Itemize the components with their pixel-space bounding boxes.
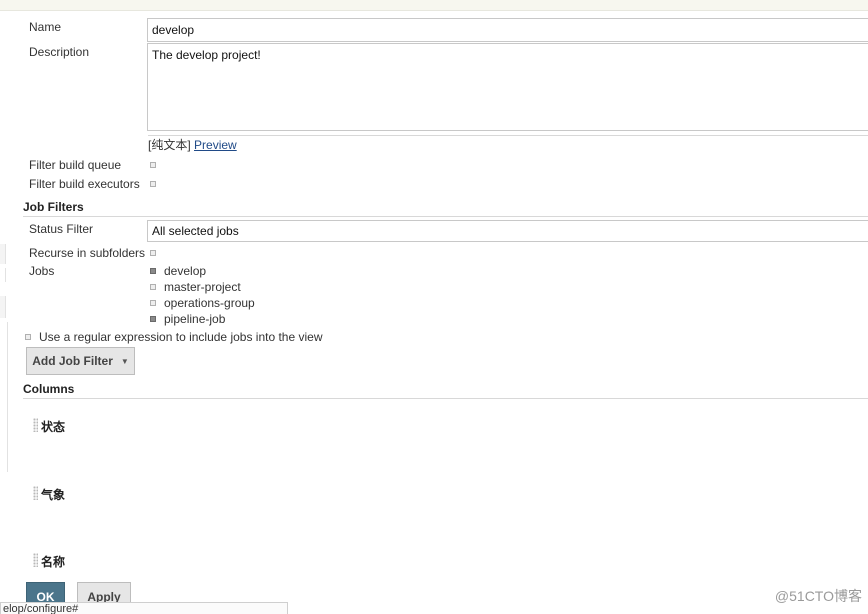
description-textarea[interactable]: The develop project! — [147, 43, 868, 131]
filter-build-executors-checkbox[interactable] — [150, 181, 156, 187]
drag-handle-icon[interactable] — [33, 486, 38, 500]
filter-build-executors-label: Filter build executors — [29, 177, 140, 191]
sidebar-fragment — [0, 268, 6, 282]
column-item-weather: 气象 — [41, 488, 66, 502]
jobs-label: Jobs — [29, 264, 55, 278]
job-label-master-project: master-project — [164, 280, 241, 294]
recurse-subfolders-label: Recurse in subfolders — [29, 246, 146, 260]
status-filter-label: Status Filter — [29, 222, 94, 236]
job-label-operations-group: operations-group — [164, 296, 255, 310]
description-divider — [148, 135, 868, 136]
column-item-name: 名称 — [41, 555, 66, 569]
name-input[interactable]: develop — [147, 18, 868, 42]
text-format-row: [纯文本] Preview — [148, 138, 237, 152]
caret-down-icon: ▼ — [120, 356, 129, 366]
columns-divider — [23, 398, 868, 399]
job-checkbox-master-project[interactable] — [150, 284, 156, 290]
filter-build-queue-checkbox[interactable] — [150, 162, 156, 168]
status-filter-select[interactable]: All selected jobs — [147, 220, 868, 242]
columns-title: Columns — [23, 382, 75, 396]
job-filters-title: Job Filters — [23, 200, 84, 214]
job-label-develop: develop — [164, 264, 207, 278]
top-bar — [0, 0, 868, 11]
sidebar-fragment — [0, 296, 6, 318]
drag-handle-icon[interactable] — [33, 553, 38, 567]
regex-label: Use a regular expression to include jobs… — [39, 330, 323, 344]
status-bar-url: elop/configure# — [0, 602, 288, 614]
filter-build-queue-label: Filter build queue — [29, 158, 122, 172]
sidebar-fragment — [0, 244, 6, 264]
drag-handle-icon[interactable] — [33, 418, 38, 432]
text-format-label: [纯文本] — [148, 138, 191, 152]
job-label-pipeline-job: pipeline-job — [164, 312, 226, 326]
add-job-filter-label: Add Job Filter — [32, 354, 113, 368]
job-filters-divider — [23, 216, 868, 217]
job-checkbox-develop[interactable] — [150, 268, 156, 274]
watermark: @51CTO博客 — [774, 588, 862, 604]
preview-link[interactable]: Preview — [194, 138, 237, 152]
job-checkbox-operations-group[interactable] — [150, 300, 156, 306]
description-label: Description — [29, 45, 90, 59]
job-checkbox-pipeline-job[interactable] — [150, 316, 156, 322]
sidebar-fragment — [0, 322, 8, 472]
column-item-status: 状态 — [41, 420, 66, 434]
regex-checkbox[interactable] — [25, 334, 31, 340]
add-job-filter-button[interactable]: Add Job Filter ▼ — [26, 347, 135, 375]
name-label: Name — [29, 20, 62, 34]
recurse-subfolders-checkbox[interactable] — [150, 250, 156, 256]
